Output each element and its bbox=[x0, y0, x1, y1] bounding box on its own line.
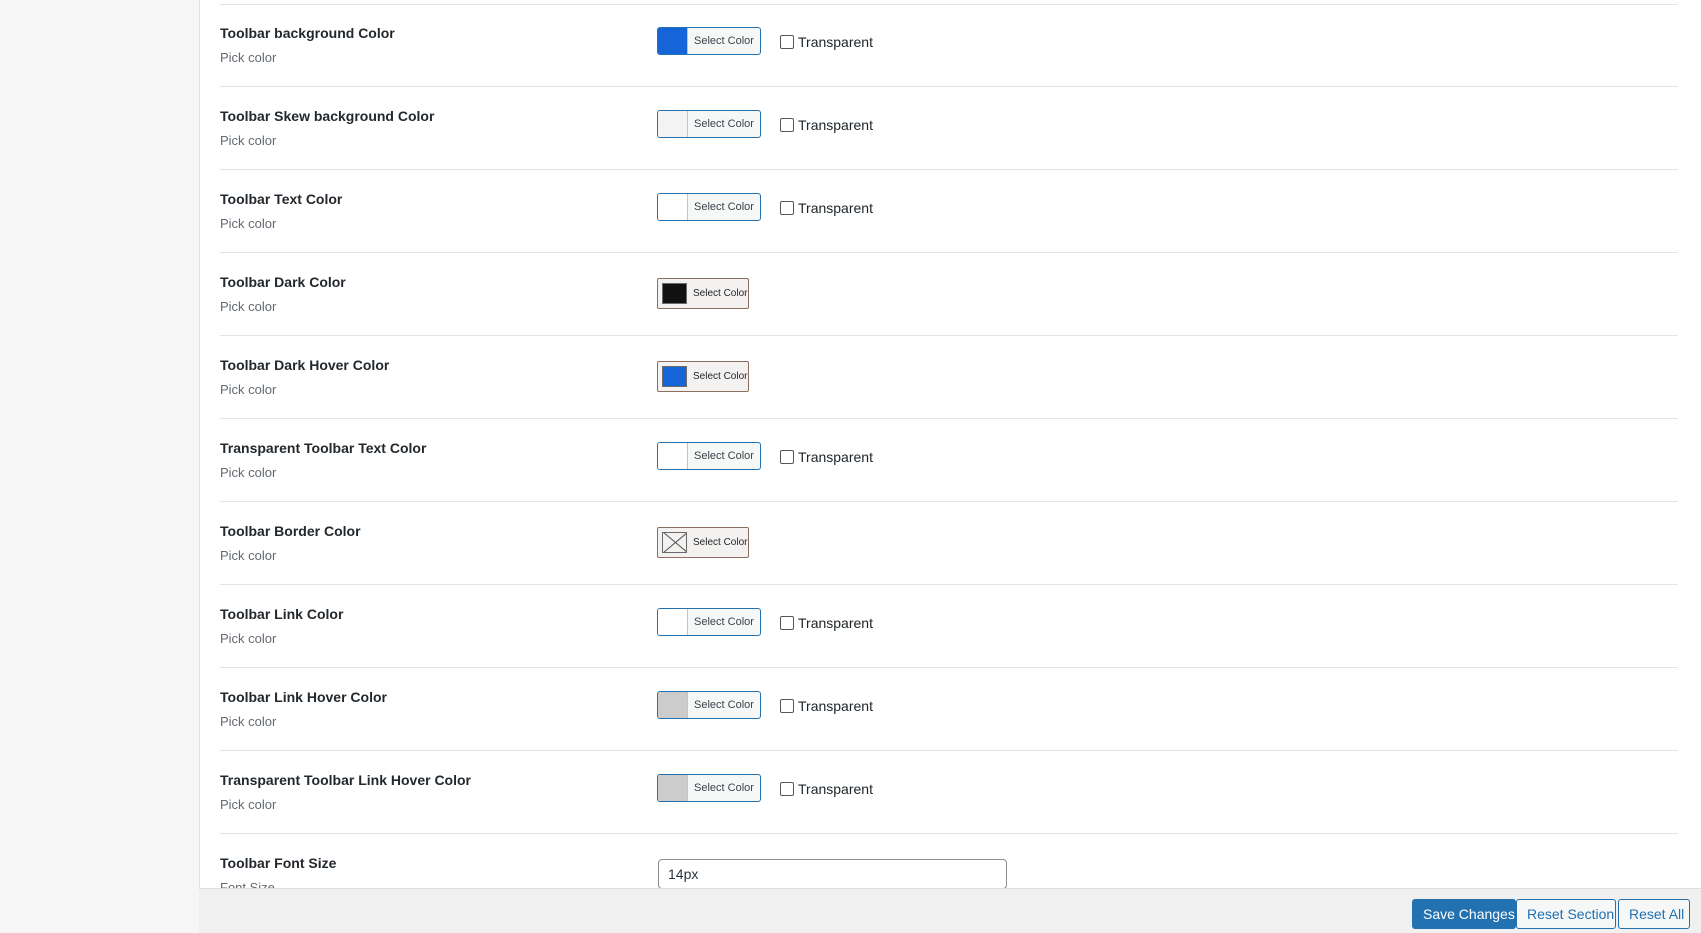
color-picker-button[interactable]: Select Color bbox=[657, 774, 761, 802]
select-color-label: Select Color bbox=[694, 699, 754, 711]
font-size-input[interactable]: 14px bbox=[658, 859, 1007, 888]
color-picker-button[interactable]: Select Color bbox=[657, 110, 761, 138]
transparent-checkbox[interactable] bbox=[780, 118, 794, 132]
setting-title: Toolbar Text Color bbox=[220, 191, 343, 207]
color-swatch bbox=[658, 194, 688, 220]
transparent-label: Transparent bbox=[798, 200, 873, 216]
transparent-label: Transparent bbox=[798, 117, 873, 133]
color-swatch bbox=[662, 283, 687, 304]
color-swatch bbox=[658, 692, 688, 718]
color-picker-button[interactable]: Select Color bbox=[657, 608, 761, 636]
save-changes-button[interactable]: Save Changes bbox=[1412, 899, 1516, 929]
setting-row-toolbar-font-size: Toolbar Font Size Font Size 14px bbox=[220, 834, 1678, 888]
select-color-label: Select Color bbox=[694, 616, 754, 628]
setting-row-toolbar-link-hover-color: Toolbar Link Hover Color Pick color Sele… bbox=[220, 668, 1678, 751]
setting-title: Transparent Toolbar Link Hover Color bbox=[220, 772, 472, 788]
setting-description: Font Size bbox=[220, 880, 275, 888]
transparent-option[interactable]: Transparent bbox=[780, 34, 873, 50]
setting-title: Toolbar background Color bbox=[220, 25, 395, 41]
transparent-option[interactable]: Transparent bbox=[780, 698, 873, 714]
transparent-checkbox[interactable] bbox=[780, 616, 794, 630]
transparent-label: Transparent bbox=[798, 615, 873, 631]
setting-description: Pick color bbox=[220, 548, 277, 563]
setting-row-toolbar-dark-hover-color: Toolbar Dark Hover Color Pick color Sele… bbox=[220, 336, 1678, 419]
color-swatch bbox=[658, 775, 688, 801]
options-footer: Save Changes Reset Section Reset All bbox=[199, 888, 1701, 933]
setting-title: Transparent Toolbar Text Color bbox=[220, 440, 427, 456]
setting-row-toolbar-text-color: Toolbar Text Color Pick color Select Col… bbox=[220, 170, 1678, 253]
color-swatch bbox=[662, 366, 687, 387]
select-color-label: Select Color bbox=[694, 782, 754, 794]
setting-row-toolbar-dark-color: Toolbar Dark Color Pick color Select Col… bbox=[220, 253, 1678, 336]
color-swatch bbox=[658, 111, 688, 137]
setting-title: Toolbar Skew background Color bbox=[220, 108, 435, 124]
transparent-checkbox[interactable] bbox=[780, 35, 794, 49]
color-picker-button[interactable]: Select Color bbox=[657, 27, 761, 55]
settings-list: Toolbar background Color Pick color Sele… bbox=[220, 4, 1678, 888]
select-color-label: Select Color bbox=[694, 118, 754, 130]
setting-title: Toolbar Font Size bbox=[220, 855, 337, 871]
transparent-option[interactable]: Transparent bbox=[780, 781, 873, 797]
transparent-option[interactable]: Transparent bbox=[780, 449, 873, 465]
color-picker-button[interactable]: Select Color bbox=[657, 527, 749, 558]
setting-description: Pick color bbox=[220, 299, 277, 314]
transparent-checkbox[interactable] bbox=[780, 201, 794, 215]
transparent-option[interactable]: Transparent bbox=[780, 615, 873, 631]
color-swatch bbox=[658, 28, 688, 54]
setting-title: Toolbar Link Color bbox=[220, 606, 344, 622]
setting-title: Toolbar Dark Color bbox=[220, 274, 346, 290]
setting-description: Pick color bbox=[220, 797, 277, 812]
color-picker-button[interactable]: Select Color bbox=[657, 442, 761, 470]
color-swatch bbox=[658, 609, 688, 635]
setting-row-toolbar-background-color: Toolbar background Color Pick color Sele… bbox=[220, 4, 1678, 87]
transparent-label: Transparent bbox=[798, 34, 873, 50]
transparent-label: Transparent bbox=[798, 781, 873, 797]
setting-description: Pick color bbox=[220, 133, 277, 148]
no-color-swatch-icon bbox=[662, 532, 687, 553]
transparent-checkbox[interactable] bbox=[780, 450, 794, 464]
transparent-label: Transparent bbox=[798, 449, 873, 465]
setting-description: Pick color bbox=[220, 216, 277, 231]
color-picker-button[interactable]: Select Color bbox=[657, 193, 761, 221]
reset-section-button[interactable]: Reset Section bbox=[1516, 899, 1616, 929]
setting-title: Toolbar Dark Hover Color bbox=[220, 357, 390, 373]
admin-sidebar-area bbox=[0, 0, 199, 932]
color-swatch bbox=[658, 443, 688, 469]
select-color-label: Select Color bbox=[694, 450, 754, 462]
setting-description: Pick color bbox=[220, 50, 277, 65]
transparent-checkbox[interactable] bbox=[780, 782, 794, 796]
color-picker-button[interactable]: Select Color bbox=[657, 691, 761, 719]
setting-row-transparent-toolbar-link-hover-color: Transparent Toolbar Link Hover Color Pic… bbox=[220, 751, 1678, 834]
transparent-label: Transparent bbox=[798, 698, 873, 714]
setting-row-transparent-toolbar-text-color: Transparent Toolbar Text Color Pick colo… bbox=[220, 419, 1678, 502]
setting-description: Pick color bbox=[220, 465, 277, 480]
select-color-label: Select Color bbox=[694, 201, 754, 213]
color-picker-button[interactable]: Select Color bbox=[657, 361, 749, 392]
select-color-label: Select Color bbox=[693, 371, 748, 382]
select-color-label: Select Color bbox=[694, 35, 754, 47]
setting-description: Pick color bbox=[220, 631, 277, 646]
reset-all-button[interactable]: Reset All bbox=[1618, 899, 1690, 929]
setting-description: Pick color bbox=[220, 382, 277, 397]
transparent-option[interactable]: Transparent bbox=[780, 117, 873, 133]
color-picker-button[interactable]: Select Color bbox=[657, 278, 749, 309]
setting-row-toolbar-skew-background-color: Toolbar Skew background Color Pick color… bbox=[220, 87, 1678, 170]
setting-title: Toolbar Link Hover Color bbox=[220, 689, 387, 705]
setting-title: Toolbar Border Color bbox=[220, 523, 361, 539]
select-color-label: Select Color bbox=[693, 537, 748, 548]
settings-panel: Toolbar background Color Pick color Sele… bbox=[199, 0, 1701, 888]
transparent-checkbox[interactable] bbox=[780, 699, 794, 713]
transparent-option[interactable]: Transparent bbox=[780, 200, 873, 216]
setting-row-toolbar-border-color: Toolbar Border Color Pick color Select C… bbox=[220, 502, 1678, 585]
setting-row-toolbar-link-color: Toolbar Link Color Pick color Select Col… bbox=[220, 585, 1678, 668]
setting-description: Pick color bbox=[220, 714, 277, 729]
select-color-label: Select Color bbox=[693, 288, 748, 299]
